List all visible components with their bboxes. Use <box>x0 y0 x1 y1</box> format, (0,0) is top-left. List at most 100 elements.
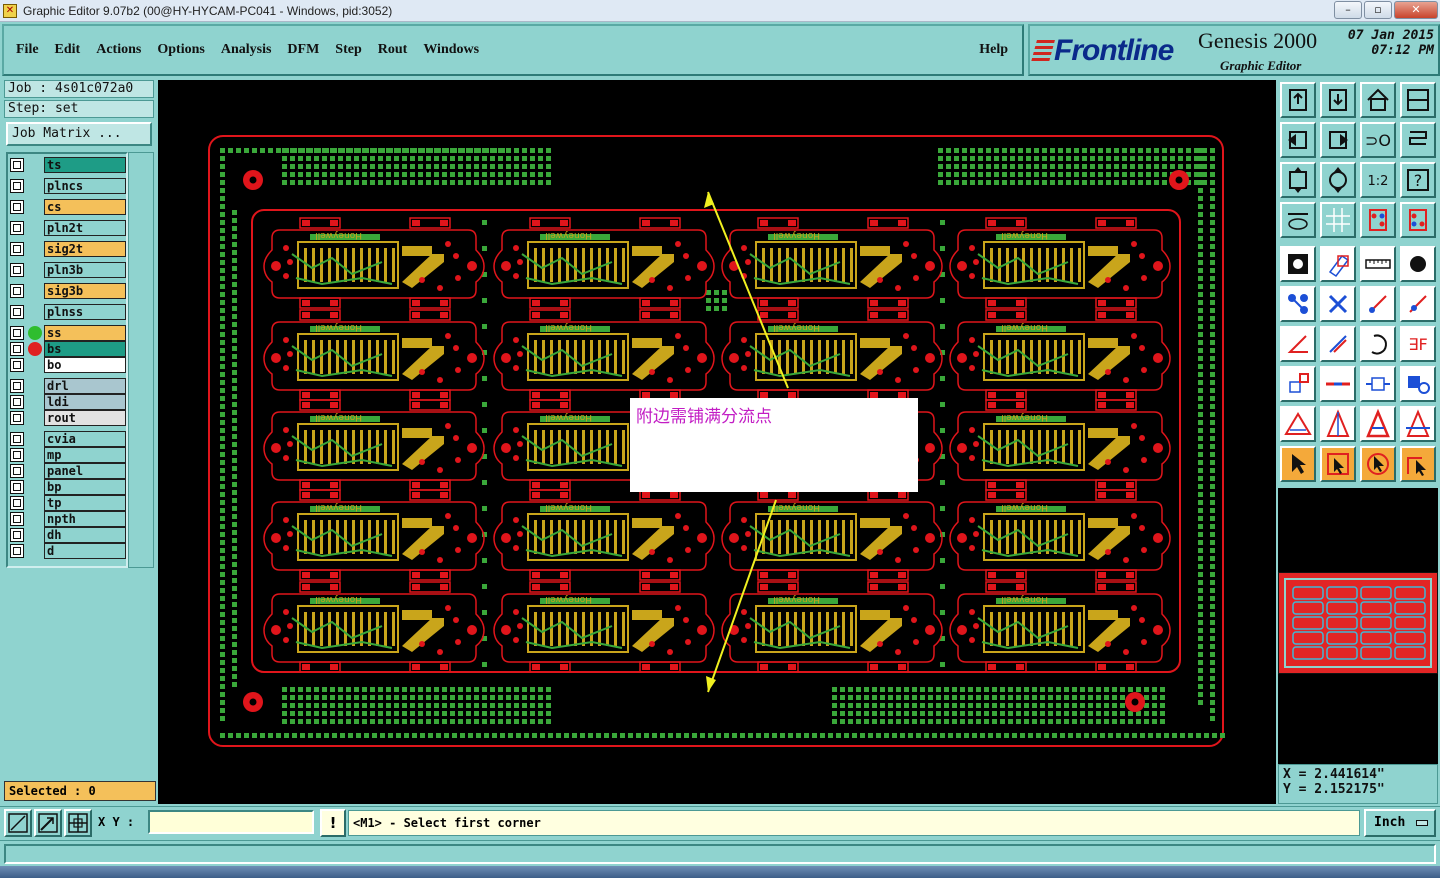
layer-checkbox[interactable] <box>10 395 24 409</box>
window-button[interactable] <box>1400 82 1436 118</box>
pad-button[interactable] <box>1280 246 1316 282</box>
fit-button[interactable] <box>1280 162 1316 198</box>
layers-button[interactable] <box>1360 202 1396 238</box>
layer-row-d[interactable]: d <box>10 543 126 559</box>
pan-left-button[interactable] <box>1280 122 1316 158</box>
menu-file[interactable]: File <box>16 42 39 58</box>
scale-button[interactable]: 1:2 <box>1360 162 1396 198</box>
command-line[interactable] <box>4 844 1436 864</box>
triangle-c-button[interactable] <box>1400 406 1436 442</box>
layer-checkbox[interactable] <box>10 263 24 277</box>
zoom-home-button[interactable] <box>1280 82 1316 118</box>
layer-list-scrollbar[interactable] <box>128 152 154 568</box>
layer-row-plnss[interactable]: plnss <box>10 304 126 320</box>
layer-row-ts[interactable]: ts <box>10 157 126 173</box>
center-button[interactable] <box>1320 162 1356 198</box>
triangle-button[interactable] <box>1280 406 1316 442</box>
layer-row-drl[interactable]: drl <box>10 378 126 394</box>
group-button[interactable] <box>1400 366 1436 402</box>
pan-right-button[interactable] <box>1320 122 1356 158</box>
layer-checkbox[interactable] <box>10 326 24 340</box>
node-button[interactable] <box>1280 286 1316 322</box>
pointer-button[interactable] <box>1280 446 1316 482</box>
layer-row-plncs[interactable]: plncs <box>10 178 126 194</box>
menu-help[interactable]: Help <box>979 42 1008 58</box>
panel-preview[interactable] <box>1278 572 1438 674</box>
layer-row-mp[interactable]: mp <box>10 447 126 463</box>
layer-row-bo[interactable]: bo <box>10 357 126 373</box>
measure-button[interactable] <box>1280 202 1316 238</box>
layer-row-sig3b[interactable]: sig3b <box>10 283 126 299</box>
layer-row-dh[interactable]: dh <box>10 527 126 543</box>
layer-row-bs[interactable]: bs <box>10 341 126 357</box>
layer-checkbox[interactable] <box>10 284 24 298</box>
layer-checkbox[interactable] <box>10 158 24 172</box>
help-button[interactable]: ? <box>1400 162 1436 198</box>
layer-row-pln2t[interactable]: pln2t <box>10 220 126 236</box>
menu-analysis[interactable]: Analysis <box>221 42 272 58</box>
line-button[interactable] <box>1360 286 1396 322</box>
layer-checkbox[interactable] <box>10 528 24 542</box>
layer-checkbox[interactable] <box>10 512 24 526</box>
layer-checkbox[interactable] <box>10 544 24 558</box>
circle-button[interactable] <box>1400 246 1436 282</box>
menu-actions[interactable]: Actions <box>96 42 141 58</box>
layer-checkbox[interactable] <box>10 342 24 356</box>
layer-checkbox[interactable] <box>10 411 24 425</box>
layer-checkbox[interactable] <box>10 200 24 214</box>
layer-row-tp[interactable]: tp <box>10 495 126 511</box>
maximize-button[interactable]: ▫ <box>1364 1 1392 19</box>
menu-dfm[interactable]: DFM <box>287 42 319 58</box>
zoom-area-button[interactable] <box>4 809 32 837</box>
triangle-b-button[interactable] <box>1360 406 1396 442</box>
layer-row-cs[interactable]: cs <box>10 199 126 215</box>
menu-options[interactable]: Options <box>157 42 204 58</box>
layer-checkbox[interactable] <box>10 432 24 446</box>
layer-checkbox[interactable] <box>10 496 24 510</box>
layer-row-ldi[interactable]: ldi <box>10 394 126 410</box>
layer-checkbox[interactable] <box>10 379 24 393</box>
close-button[interactable]: ✕ <box>1394 1 1438 19</box>
layer-row-sig2t[interactable]: sig2t <box>10 241 126 257</box>
menu-rout[interactable]: Rout <box>378 42 408 58</box>
job-matrix-button[interactable]: Job Matrix ... <box>6 122 152 146</box>
zoom-diag-button[interactable] <box>34 809 62 837</box>
layers-alt-button[interactable] <box>1400 202 1436 238</box>
layer-row-rout[interactable]: rout <box>10 410 126 426</box>
menu-windows[interactable]: Windows <box>423 42 479 58</box>
snap-button[interactable] <box>1400 122 1436 158</box>
layer-row-ss[interactable]: ss <box>10 325 126 341</box>
minimize-button[interactable]: – <box>1334 1 1362 19</box>
menu-step[interactable]: Step <box>335 42 361 58</box>
zoom-in-button[interactable] <box>1320 82 1356 118</box>
layer-checkbox[interactable] <box>10 480 24 494</box>
mirror-button[interactable]: ⊃O <box>1360 122 1396 158</box>
rotate-button[interactable] <box>1360 326 1396 362</box>
graphic-canvas[interactable]: Honeywell Honeywell Honeywell Honeywell Hone… <box>158 80 1276 804</box>
xy-input[interactable] <box>148 810 314 834</box>
split-button[interactable] <box>1320 366 1356 402</box>
resize-button[interactable] <box>1360 366 1396 402</box>
layer-checkbox[interactable] <box>10 221 24 235</box>
slot-button[interactable] <box>1320 246 1356 282</box>
ruler-button[interactable] <box>1360 246 1396 282</box>
home-button[interactable] <box>1360 82 1396 118</box>
cross-button[interactable] <box>1320 286 1356 322</box>
unit-selector[interactable]: Inch <box>1364 809 1436 837</box>
select-area-button[interactable] <box>1280 366 1316 402</box>
layer-checkbox[interactable] <box>10 305 24 319</box>
layer-checkbox[interactable] <box>10 358 24 372</box>
snap-grid-button[interactable] <box>64 809 92 837</box>
layer-checkbox[interactable] <box>10 179 24 193</box>
layer-row-panel[interactable]: panel <box>10 463 126 479</box>
diagonal-button[interactable] <box>1320 326 1356 362</box>
triangle-a-button[interactable] <box>1320 406 1356 442</box>
pointer-step-button[interactable] <box>1400 446 1436 482</box>
angle-button[interactable] <box>1280 326 1316 362</box>
layer-row-pln3b[interactable]: pln3b <box>10 262 126 278</box>
grid-button[interactable] <box>1320 202 1356 238</box>
fill-button[interactable]: ∃F <box>1400 326 1436 362</box>
layer-row-cvia[interactable]: cvia <box>10 431 126 447</box>
menu-edit[interactable]: Edit <box>55 42 81 58</box>
layer-row-npth[interactable]: npth <box>10 511 126 527</box>
